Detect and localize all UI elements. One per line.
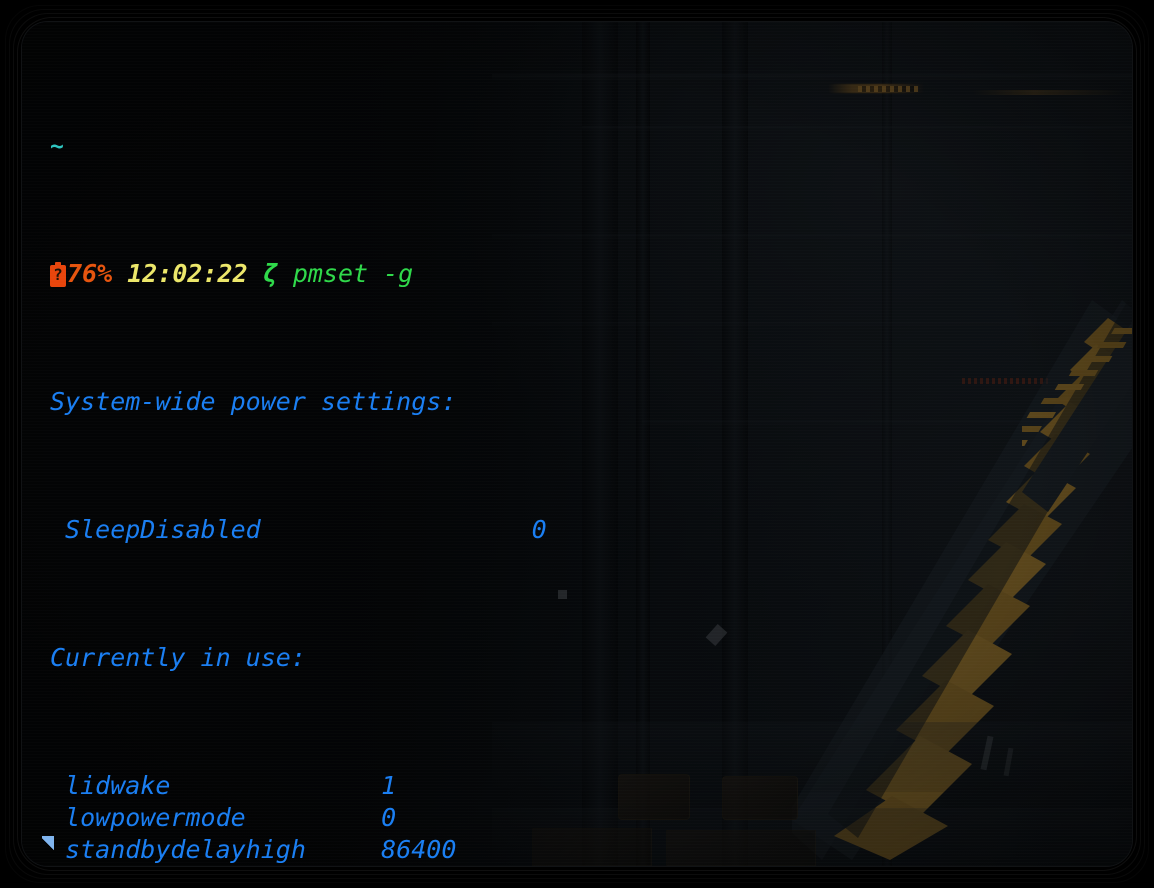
prompt-path-line: ~ bbox=[50, 130, 1132, 162]
setting-key: standbydelayhigh bbox=[50, 835, 382, 864]
terminal-window[interactable]: ~ ? 76% 12:02:22 ζ pmset -g System-wide p… bbox=[22, 22, 1132, 866]
system-setting-row: SleepDisabled 0 bbox=[50, 514, 1132, 546]
typed-command[interactable]: pmset -g bbox=[293, 259, 413, 288]
setting-key: lidwake bbox=[50, 771, 382, 800]
desktop-background: ~ ? 76% 12:02:22 ζ pmset -g System-wide p… bbox=[0, 0, 1154, 888]
output-heading-current: Currently in use: bbox=[50, 643, 306, 672]
prompt-command-line: ? 76% 12:02:22 ζ pmset -g bbox=[50, 258, 1132, 290]
battery-glyph-char: ? bbox=[53, 265, 63, 284]
setting-key: lowpowermode bbox=[50, 803, 382, 832]
setting-key: SleepDisabled bbox=[50, 515, 532, 544]
output-heading-system: System-wide power settings: bbox=[50, 387, 457, 416]
power-setting-row: lidwake 1 bbox=[50, 770, 1132, 802]
power-settings-list: lidwake 1 lowpowermode 0 standbydelayhig… bbox=[50, 770, 1132, 866]
power-setting-row: standbydelayhigh 86400 bbox=[50, 834, 1132, 866]
system-settings-list: SleepDisabled 0 bbox=[50, 514, 1132, 546]
terminal-cursor bbox=[42, 836, 54, 852]
battery-icon: ? bbox=[50, 262, 66, 287]
power-setting-row: lowpowermode 0 bbox=[50, 802, 1132, 834]
setting-value: 1 bbox=[381, 771, 397, 800]
battery-percent-label: 76% bbox=[67, 259, 113, 288]
setting-value: 0 bbox=[381, 803, 397, 832]
prompt-symbol: ζ bbox=[262, 259, 278, 288]
setting-value: 86400 bbox=[381, 835, 457, 864]
terminal-output-area[interactable]: ~ ? 76% 12:02:22 ζ pmset -g System-wide p… bbox=[22, 22, 1132, 866]
setting-value: 0 bbox=[531, 515, 547, 544]
prompt-clock: 12:02:22 bbox=[127, 259, 248, 288]
home-path-label: ~ bbox=[50, 134, 64, 160]
